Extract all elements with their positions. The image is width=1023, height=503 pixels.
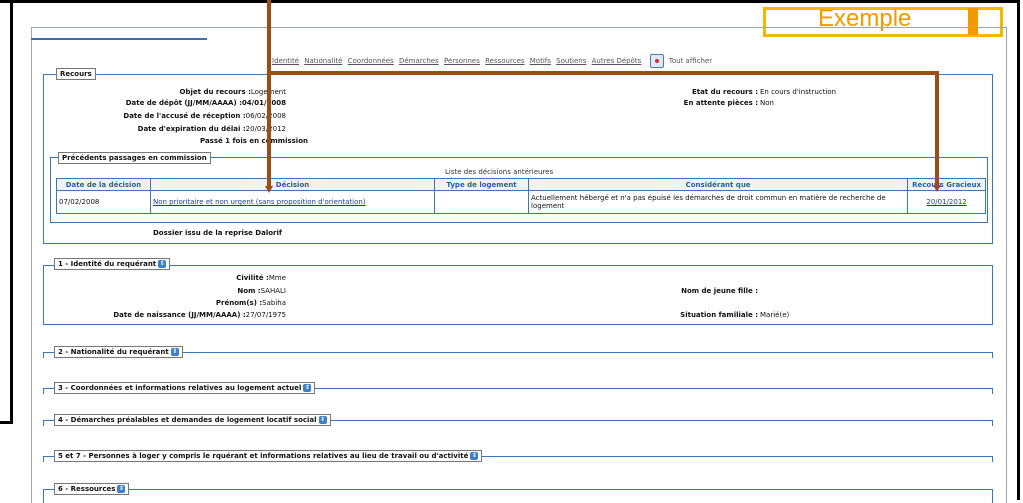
attente-value-text: Non [760, 99, 774, 107]
ressources-legend[interactable]: 6 - Ressources ⇕ [54, 483, 130, 495]
demarches-legend-text: 4 - Démarches préalables et demandes de … [58, 416, 317, 424]
attente-value: Non [760, 99, 774, 107]
dossier-text: Dossier issu de la reprise Dalorif [153, 229, 282, 237]
ressources-legend-text: 6 - Ressources [58, 485, 116, 493]
decisions-table: Date de la décision Décision Type de log… [56, 178, 986, 214]
objet-label-text: Objet du recours : [179, 88, 251, 96]
recours-legend: Recours [56, 68, 96, 80]
personnes-legend-text: 5 et 7 - Personnes à loger y compris le … [58, 452, 469, 460]
situation-label-text: Situation familiale : [680, 311, 758, 319]
attente-label: En attente pièces : [684, 99, 758, 107]
column-header: Recours Gracieux [907, 178, 986, 191]
ressources-section [43, 489, 993, 503]
expand-toggle-icon[interactable]: ⇕ [318, 416, 327, 424]
accuse-value: 06/02/2008 [245, 112, 286, 120]
identite-legend[interactable]: 1 - Identité du requérant ⇕ [54, 258, 171, 270]
attente-label-text: En attente pièces : [683, 99, 758, 107]
situation-value-text: Marié(e) [760, 311, 790, 319]
nav-link-autres-depots[interactable]: Autres Dépôts [592, 57, 642, 65]
decision-cell: Non prioritaire et non urgent (sans prop… [149, 190, 436, 214]
civilite-label: Civilité :Mme [236, 274, 286, 282]
nom-label-text: Nom : [237, 287, 261, 295]
annotation-frame-left [0, 0, 13, 424]
nom-label: Nom :SAHALI [237, 287, 286, 295]
personnes-legend[interactable]: 5 et 7 - Personnes à loger y compris le … [54, 450, 483, 462]
nationalite-legend-text: 2 - Nationalité du requérant [58, 348, 169, 356]
table-header-row: Date de la décision Décision Type de log… [56, 178, 986, 191]
depot-value: 04/01/2008 [241, 99, 286, 107]
nav-link-motifs[interactable]: Motifs [530, 57, 551, 65]
prenom-value: Sabiha [262, 299, 286, 307]
nationalite-legend[interactable]: 2 - Nationalité du requérant ⇕ [54, 346, 183, 358]
naissance-label: Date de naissance (JJ/MM/AAAA) :27/07/19… [113, 311, 286, 319]
expand-toggle-icon[interactable]: ⇕ [470, 452, 479, 460]
jeune-fille-label: Nom de jeune fille : [681, 287, 758, 295]
depot-label-text: Date de dépôt (JJ/MM/AAAA) : [125, 99, 242, 107]
nav-link-personnes[interactable]: Personnes [444, 57, 480, 65]
nav-link-nationalite[interactable]: Nationalité [304, 57, 342, 65]
civilite-value: Mme [268, 274, 286, 282]
passe-text: Passé 1 fois en commission [200, 137, 308, 145]
expand-toggle-icon[interactable]: ⇕ [170, 348, 179, 356]
decisions-caption: Liste des décisions antérieures [445, 168, 554, 176]
annotation-arrow-right [935, 71, 939, 185]
prenom-label-text: Prénom(s) : [215, 299, 263, 307]
depot-label: Date de dépôt (JJ/MM/AAAA) :04/01/2008 [126, 99, 286, 107]
accuse-label-text: Date de l'accusé de réception : [123, 112, 246, 120]
nav-link-ressources[interactable]: Ressources [485, 57, 524, 65]
etat-value: En cours d'instruction [760, 88, 836, 96]
expiration-label: Date d'expiration du délai :20/03/2012 [138, 125, 286, 133]
naissance-value: 27/07/1975 [245, 311, 286, 319]
nav-link-demarches[interactable]: Démarches [399, 57, 439, 65]
recours-cell: 20/01/2012 [907, 190, 986, 214]
coordonnees-legend-text: 3 - Coordonnées et informations relative… [58, 384, 302, 392]
column-header: Type de logement [434, 178, 530, 191]
civilite-label-text: Civilité : [236, 274, 269, 282]
expand-toggle-icon[interactable]: ⇕ [117, 485, 126, 493]
coordonnees-legend[interactable]: 3 - Coordonnées et informations relative… [54, 382, 316, 394]
expiration-label-text: Date d'expiration du délai : [137, 125, 246, 133]
section-nav: Identité Nationalité Coordonnées Démarch… [272, 54, 712, 68]
demarches-legend[interactable]: 4 - Démarches préalables et demandes de … [54, 414, 331, 426]
jeune-fille-label-text: Nom de jeune fille : [681, 287, 758, 295]
prenom-label: Prénom(s) :Sabiha [216, 299, 286, 307]
identite-legend-text: 1 - Identité du requérant [58, 260, 157, 268]
passages-legend: Précédents passages en commission [58, 152, 211, 164]
annotation-arrow-left [267, 0, 271, 186]
decision-date: 07/02/2008 [56, 190, 151, 214]
situation-label: Situation familiale : [680, 311, 758, 319]
eye-icon[interactable] [649, 54, 664, 68]
expand-toggle-icon[interactable]: ⇕ [158, 260, 167, 268]
annotation-arrowhead-right [933, 185, 941, 192]
annotation-arrowhead-left [265, 186, 273, 193]
naissance-label-text: Date de naissance (JJ/MM/AAAA) : [113, 311, 246, 319]
situation-value: Marié(e) [760, 311, 789, 319]
annotation-arrow-top [267, 71, 939, 75]
column-header: Considérant que [528, 178, 909, 191]
recours-gracieux-link[interactable]: 20/01/2012 [926, 198, 966, 206]
etat-label: Etat du recours : [692, 88, 758, 96]
column-header: Date de la décision [56, 178, 151, 191]
nav-link-soutiens[interactable]: Soutiens [556, 57, 586, 65]
table-row: 07/02/2008 Non prioritaire et non urgent… [56, 190, 986, 214]
expand-toggle-icon[interactable]: ⇕ [303, 384, 312, 392]
nav-link-identite[interactable]: Identité [272, 57, 299, 65]
nationalite-section [43, 352, 993, 358]
column-header: Décision [149, 178, 436, 191]
logement-type [434, 190, 530, 214]
etat-label-text: Etat du recours : [691, 88, 758, 96]
nom-value: SAHALI [260, 287, 286, 295]
nav-link-coordonnees[interactable]: Coordonnées [348, 57, 394, 65]
show-all-link[interactable]: Tout afficher [669, 57, 712, 65]
accuse-label: Date de l'accusé de réception :06/02/200… [123, 112, 286, 120]
expiration-value: 20/03/2012 [245, 125, 286, 133]
decision-link[interactable]: Non prioritaire et non urgent (sans prop… [153, 198, 366, 206]
considerant-text: Actuellement hébergé et n'a pas épuisé l… [528, 190, 909, 214]
etat-value-text: En cours d'instruction [760, 88, 837, 96]
active-tab-indicator [31, 38, 207, 40]
